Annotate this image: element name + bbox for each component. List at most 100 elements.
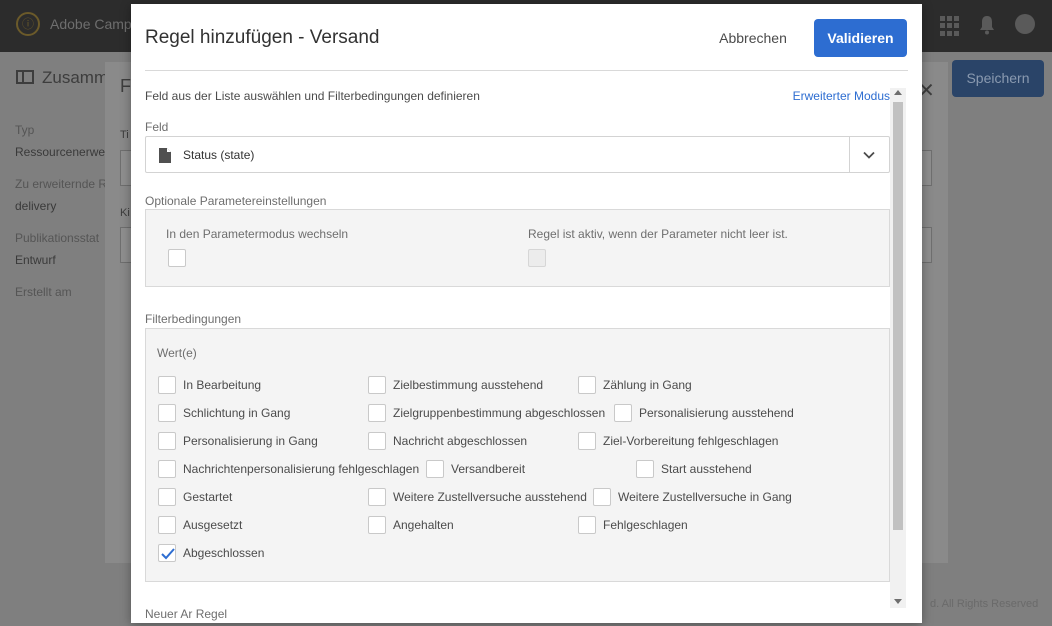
summary-title: Zusamm xyxy=(42,68,109,87)
option-label: Nachrichtenpersonalisierung fehlgeschlag… xyxy=(183,462,420,476)
advanced-mode-link[interactable]: Erweiterter Modus xyxy=(793,89,890,103)
intro-text: Feld aus der Liste auswählen und Filterb… xyxy=(145,89,480,103)
option-label: Zielbestimmung ausstehend xyxy=(393,378,544,392)
checkbox[interactable] xyxy=(578,516,596,534)
option-label: Personalisierung in Gang xyxy=(183,434,318,448)
option-label: Gestartet xyxy=(183,490,233,504)
dialog-title: Regel hinzufügen - Versand xyxy=(145,27,380,48)
field-select[interactable]: Status (state) xyxy=(145,136,890,173)
option-checkbox[interactable]: Start ausstehend xyxy=(636,459,752,479)
underlying-dialog-title: F xyxy=(120,76,131,96)
option-checkbox[interactable]: Abgeschlossen xyxy=(158,543,264,563)
option-label: Personalisierung ausstehend xyxy=(639,406,794,420)
dialog-header: Regel hinzufügen - Versand Abbrechen Val… xyxy=(131,4,922,70)
option-checkbox[interactable]: Personalisierung ausstehend xyxy=(614,403,794,423)
optional-params-label: Optionale Parametereinstellungen xyxy=(145,194,327,208)
cancel-button[interactable]: Abbrechen xyxy=(707,19,799,57)
adobe-logo-icon: ⓘ xyxy=(16,12,40,36)
optional-params-panel: In den Parametermodus wechseln Regel ist… xyxy=(145,209,890,287)
checkbox[interactable] xyxy=(426,460,444,478)
option-checkbox[interactable]: Versandbereit xyxy=(426,459,525,479)
checkbox[interactable] xyxy=(368,376,386,394)
bg-field-label: Publikationsstat xyxy=(15,231,100,245)
option-label: Schlichtung in Gang xyxy=(183,406,291,420)
option-checkbox[interactable]: In Bearbeitung xyxy=(158,375,261,395)
panel-icon xyxy=(16,70,34,84)
option-label: Ausgesetzt xyxy=(183,518,243,532)
field-select-value: Status (state) xyxy=(183,148,255,162)
checkbox[interactable] xyxy=(368,432,386,450)
apps-grid-icon[interactable] xyxy=(940,16,960,36)
chevron-down-icon[interactable] xyxy=(862,148,876,162)
option-checkbox[interactable]: Nachrichtenpersonalisierung fehlgeschlag… xyxy=(158,459,419,479)
save-button[interactable]: Speichern xyxy=(952,60,1044,97)
option-label: Fehlgeschlagen xyxy=(603,518,688,532)
bell-icon[interactable] xyxy=(979,15,995,35)
option-checkbox[interactable]: Nachricht abgeschlossen xyxy=(368,431,527,451)
checkbox[interactable] xyxy=(593,488,611,506)
param-mode-checkbox[interactable] xyxy=(168,249,186,267)
rule-active-label: Regel ist aktiv, wenn der Parameter nich… xyxy=(528,227,788,241)
option-checkbox[interactable]: Weitere Zustellversuche in Gang xyxy=(593,487,792,507)
bg-field-label: Zu erweiternde R xyxy=(15,177,108,191)
avatar[interactable] xyxy=(1015,14,1035,34)
bg-field-value: Entwurf xyxy=(15,253,56,267)
checkbox[interactable] xyxy=(636,460,654,478)
option-checkbox[interactable]: Gestartet xyxy=(158,487,232,507)
option-checkbox[interactable]: Schlichtung in Gang xyxy=(158,403,290,423)
option-checkbox[interactable]: Weitere Zustellversuche ausstehend xyxy=(368,487,587,507)
checkmark-icon xyxy=(161,548,175,560)
option-checkbox[interactable]: Zielgruppenbestimmung abgeschlossen xyxy=(368,403,605,423)
select-divider xyxy=(849,137,850,172)
bg-field-label: Typ xyxy=(15,123,35,137)
option-checkbox[interactable]: Fehlgeschlagen xyxy=(578,515,688,535)
checkbox[interactable] xyxy=(578,376,596,394)
field-section-label: Feld xyxy=(145,120,169,134)
option-checkbox[interactable]: Angehalten xyxy=(368,515,454,535)
checkbox[interactable] xyxy=(158,460,176,478)
checkbox[interactable] xyxy=(368,516,386,534)
add-rule-dialog: Regel hinzufügen - Versand Abbrechen Val… xyxy=(131,4,922,623)
option-label: In Bearbeitung xyxy=(183,378,262,392)
scroll-up-arrow-icon[interactable] xyxy=(894,90,902,95)
bg-field-label: Erstellt am xyxy=(15,285,72,299)
option-checkbox[interactable]: Zählung in Gang xyxy=(578,375,692,395)
option-checkbox[interactable]: Ausgesetzt xyxy=(158,515,242,535)
next-section-label: Neuer Ar Regel xyxy=(145,607,228,621)
checkbox[interactable] xyxy=(158,432,176,450)
scroll-down-arrow-icon[interactable] xyxy=(894,599,902,604)
filter-conditions-label: Filterbedingungen xyxy=(145,312,242,326)
option-checkbox[interactable]: Ziel-Vorbereitung fehlgeschlagen xyxy=(578,431,778,451)
checkbox[interactable] xyxy=(368,404,386,422)
option-checkbox[interactable]: Zielbestimmung ausstehend xyxy=(368,375,543,395)
checkbox[interactable] xyxy=(158,516,176,534)
option-label: Zählung in Gang xyxy=(603,378,692,392)
underlying-field-label: Ki xyxy=(120,207,130,219)
scrollbar[interactable] xyxy=(890,88,906,608)
bg-field-value: Ressourcenerwei xyxy=(15,145,108,159)
scroll-thumb[interactable] xyxy=(893,102,903,530)
option-label: Zielgruppenbestimmung abgeschlossen xyxy=(393,406,606,420)
checkbox[interactable] xyxy=(368,488,386,506)
checkbox[interactable] xyxy=(614,404,632,422)
rule-active-checkbox[interactable] xyxy=(528,249,546,267)
document-icon xyxy=(159,148,171,163)
option-label: Weitere Zustellversuche in Gang xyxy=(618,490,792,504)
checkbox[interactable] xyxy=(158,404,176,422)
bg-field-value: delivery xyxy=(15,199,57,213)
option-label: Ziel-Vorbereitung fehlgeschlagen xyxy=(603,434,779,448)
option-label: Versandbereit xyxy=(451,462,526,476)
validate-button[interactable]: Validieren xyxy=(814,19,907,57)
option-label: Start ausstehend xyxy=(661,462,752,476)
checkbox-checked[interactable] xyxy=(158,544,176,562)
checkbox[interactable] xyxy=(158,376,176,394)
option-checkbox[interactable]: Personalisierung in Gang xyxy=(158,431,318,451)
checkbox[interactable] xyxy=(578,432,596,450)
option-label: Nachricht abgeschlossen xyxy=(393,434,528,448)
app-name: Adobe Campa xyxy=(50,16,140,32)
option-label: Abgeschlossen xyxy=(183,546,265,560)
values-label: Wert(e) xyxy=(157,346,197,360)
option-label: Weitere Zustellversuche ausstehend xyxy=(393,490,587,504)
checkbox[interactable] xyxy=(158,488,176,506)
underlying-field-label: Ti xyxy=(120,129,129,141)
